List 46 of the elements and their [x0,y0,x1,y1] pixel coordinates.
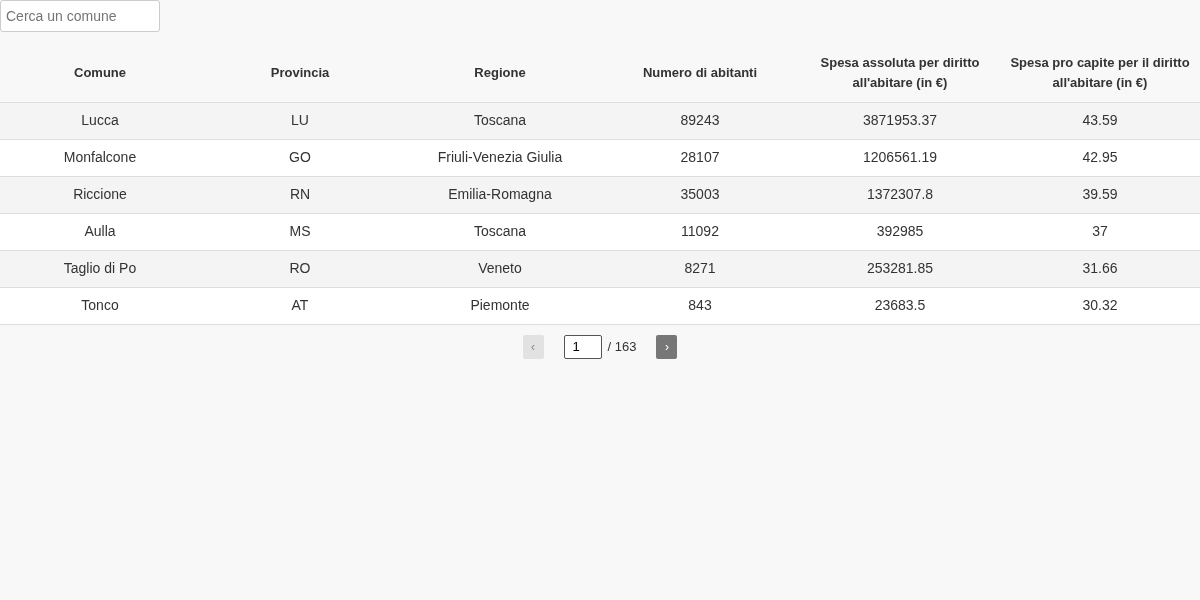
table-cell: AT [200,287,400,324]
table-cell: 843 [600,287,800,324]
table-cell: GO [200,139,400,176]
table-cell: Friuli-Venezia Giulia [400,139,600,176]
page-number-field[interactable]: 1 [563,334,602,359]
table-cell: 43.59 [1000,102,1200,139]
table-cell: 89243 [600,102,800,139]
table-cell: Riccione [0,176,200,213]
table-cell: 392985 [800,213,1000,250]
next-page-button[interactable]: › [656,334,678,359]
table-cell: Monfalcone [0,139,200,176]
column-header: Comune [0,44,200,102]
table-cell: Aulla [0,213,200,250]
table-cell: Toscana [400,213,600,250]
table-cell: 31.66 [1000,250,1200,287]
table-cell: 35003 [600,176,800,213]
table-cell: MS [200,213,400,250]
table-cell: Lucca [0,102,200,139]
table-cell: Piemonte [400,287,600,324]
column-header: Spesa pro capite per il diritto all'abitare (in €) [1000,44,1200,102]
table-cell: LU [200,102,400,139]
table-cell: 42.95 [1000,139,1200,176]
table-cell: 30.32 [1000,287,1200,324]
table-cell: 23683.5 [800,287,1000,324]
table-cell: Taglio di Po [0,250,200,287]
table-cell: 39.59 [1000,176,1200,213]
table-cell: Toscana [400,102,600,139]
table-cell: Emilia-Romagna [400,176,600,213]
table-cell: Veneto [400,250,600,287]
column-header: Numero di abitanti [600,44,800,102]
table-cell: RN [200,176,400,213]
table-cell: 1372307.8 [800,176,1000,213]
column-header: Regione [400,44,600,102]
column-header: Provincia [200,44,400,102]
table-cell: 37 [1000,213,1200,250]
table-cell: 11092 [600,213,800,250]
search-field[interactable]: Cerca un comune [0,0,160,32]
table-cell: Tonco [0,287,200,324]
table-cell: 3871953.37 [800,102,1000,139]
table-cell: 28107 [600,139,800,176]
table-cell: 1206561.19 [800,139,1000,176]
table-cell: 253281.85 [800,250,1000,287]
table-cell: 8271 [600,250,800,287]
column-header: Spesa assoluta per diritto all'abitare (in €) [800,44,1000,102]
page-total: / 163 [607,337,637,356]
table-cell: RO [200,250,400,287]
